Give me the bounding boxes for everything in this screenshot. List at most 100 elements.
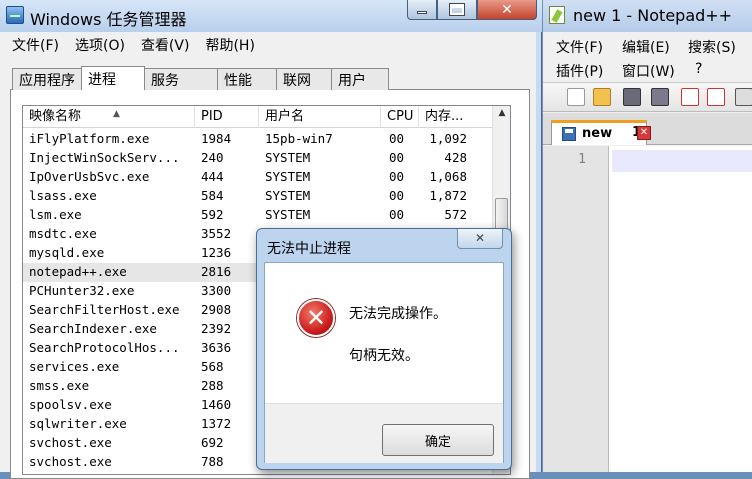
- process-name: svchost.exe: [29, 454, 112, 469]
- notepad-menubar: 文件(F) 编辑(E) 搜索(S) 插件(P) 窗口(W) ?: [543, 32, 752, 80]
- notepad-editor[interactable]: 1: [543, 146, 752, 472]
- process-pid: 1984: [201, 131, 232, 146]
- notepad-menu-edit[interactable]: 编辑(E): [622, 37, 670, 57]
- tab-services[interactable]: 服务: [144, 68, 218, 90]
- notepad-toolbar: [543, 82, 752, 112]
- tab-users[interactable]: 用户: [331, 68, 389, 90]
- close-button[interactable]: ✕: [477, 0, 537, 20]
- table-row[interactable]: lsass.exe 584 SYSTEM 00 1,872: [23, 187, 493, 206]
- process-memory: 572: [444, 207, 467, 222]
- notepad-menu-plugins[interactable]: 插件(P): [556, 61, 603, 81]
- save-all-icon[interactable]: [651, 88, 669, 106]
- process-pid: 592: [201, 207, 224, 222]
- process-username: SYSTEM: [265, 150, 311, 165]
- menu-file[interactable]: 文件(F): [4, 35, 67, 55]
- dialog-title: 无法中止进程: [267, 241, 351, 257]
- process-memory: 1,092: [429, 131, 467, 146]
- notepad-menu-window[interactable]: 窗口(W): [622, 61, 675, 81]
- process-pid: 288: [201, 378, 224, 393]
- dialog-body: ✕ 无法完成操作。 句柄无效。 确定: [264, 262, 504, 463]
- notepad-menu-search[interactable]: 搜索(S): [688, 37, 736, 57]
- dialog-close-button[interactable]: ✕: [457, 229, 503, 249]
- notepad-title: new 1 - Notepad++: [573, 6, 733, 25]
- process-pid: 788: [201, 454, 224, 469]
- process-name: SearchFilterHost.exe: [29, 302, 180, 317]
- process-memory: 1,872: [429, 188, 467, 203]
- notepad-menu-file[interactable]: 文件(F): [556, 37, 603, 57]
- dialog-footer: 确定: [265, 403, 503, 463]
- col-cpu[interactable]: CPU: [381, 106, 419, 128]
- menu-options[interactable]: 选项(O): [67, 35, 133, 55]
- process-pid: 3636: [201, 340, 232, 355]
- table-row[interactable]: lsm.exe 592 SYSTEM 00 572: [23, 206, 493, 225]
- process-name: iFlyPlatform.exe: [29, 131, 150, 146]
- current-line-highlight: [612, 150, 752, 172]
- new-file-icon[interactable]: [567, 88, 585, 106]
- process-pid: 3300: [201, 283, 232, 298]
- maximize-button[interactable]: [437, 0, 477, 20]
- error-icon: ✕: [297, 299, 335, 337]
- tab-applications[interactable]: 应用程序: [12, 68, 82, 90]
- scroll-up-icon[interactable]: ▲: [493, 108, 510, 124]
- line-number-gutter: 1: [543, 146, 609, 472]
- process-pid: 444: [201, 169, 224, 184]
- process-pid: 692: [201, 435, 224, 450]
- process-name: spoolsv.exe: [29, 397, 112, 412]
- ok-button[interactable]: 确定: [382, 424, 494, 456]
- dialog-message-secondary: 句柄无效。: [349, 348, 419, 364]
- process-pid: 584: [201, 188, 224, 203]
- process-name: lsass.exe: [29, 188, 97, 203]
- unsaved-file-icon: [562, 127, 576, 141]
- tab-processes[interactable]: 进程: [81, 66, 145, 90]
- task-manager-menubar: 文件(F) 选项(O) 查看(V) 帮助(H): [0, 32, 536, 58]
- notepad-tab-label: new: [582, 126, 613, 141]
- process-memory: 428: [444, 150, 467, 165]
- maximize-icon: [449, 3, 465, 16]
- process-name: mysqld.exe: [29, 245, 105, 260]
- close-all-icon[interactable]: [707, 88, 725, 106]
- minimize-icon: [417, 11, 427, 14]
- process-pid: 3552: [201, 226, 232, 241]
- process-cpu: 00: [389, 188, 405, 203]
- process-name: msdtc.exe: [29, 226, 97, 241]
- notepad-menu-help[interactable]: ?: [695, 61, 702, 77]
- process-pid: 1372: [201, 416, 232, 431]
- task-manager-titlebar[interactable]: Windows 任务管理器 ✕: [0, 0, 542, 32]
- table-row[interactable]: InjectWinSockServ... 240 SYSTEM 00 428: [23, 149, 493, 168]
- task-manager-title: Windows 任务管理器: [30, 10, 187, 29]
- table-row[interactable]: IpOverUsbSvc.exe 444 SYSTEM 00 1,068: [23, 168, 493, 187]
- tab-close-icon[interactable]: ✕: [637, 126, 651, 140]
- process-name: IpOverUsbSvc.exe: [29, 169, 150, 184]
- table-row[interactable]: iFlyPlatform.exe 1984 15pb-win7 00 1,092: [23, 130, 493, 149]
- notepad-titlebar[interactable]: new 1 - Notepad++: [543, 0, 752, 32]
- process-pid: 1236: [201, 245, 232, 260]
- process-username: SYSTEM: [265, 207, 311, 222]
- process-name: services.exe: [29, 359, 120, 374]
- minimize-button[interactable]: [407, 0, 437, 20]
- process-pid: 1460: [201, 397, 232, 412]
- menu-view[interactable]: 查看(V): [133, 35, 198, 55]
- col-image-name[interactable]: ▲ 映像名称: [23, 106, 195, 128]
- open-file-icon[interactable]: [593, 88, 611, 106]
- save-icon[interactable]: [623, 88, 641, 106]
- print-icon[interactable]: [735, 88, 752, 106]
- tab-networking[interactable]: 联网: [276, 68, 332, 90]
- error-dialog: 无法中止进程 ✕ ✕ 无法完成操作。 句柄无效。 确定: [256, 228, 512, 470]
- notepad-tab-new1[interactable]: new 1 ✕: [551, 120, 651, 145]
- col-memory[interactable]: 内存...: [419, 106, 493, 128]
- tab-performance[interactable]: 性能: [217, 68, 277, 90]
- col-pid[interactable]: PID: [195, 106, 259, 128]
- dialog-message-primary: 无法完成操作。: [349, 306, 447, 322]
- process-pid: 2908: [201, 302, 232, 317]
- task-manager-tabs: 应用程序 进程 服务 性能 联网 用户: [12, 66, 389, 90]
- process-name: PCHunter32.exe: [29, 283, 135, 298]
- close-file-icon[interactable]: [681, 88, 699, 106]
- process-pid: 240: [201, 150, 224, 165]
- process-username: SYSTEM: [265, 188, 311, 203]
- col-username[interactable]: 用户名: [259, 106, 381, 128]
- task-manager-app-icon: [6, 6, 24, 24]
- process-name: lsm.exe: [29, 207, 82, 222]
- col-image-name-label: 映像名称: [29, 109, 82, 124]
- menu-help[interactable]: 帮助(H): [197, 35, 262, 55]
- notepad-window: new 1 - Notepad++ 文件(F) 编辑(E) 搜索(S) 插件(P…: [543, 0, 752, 472]
